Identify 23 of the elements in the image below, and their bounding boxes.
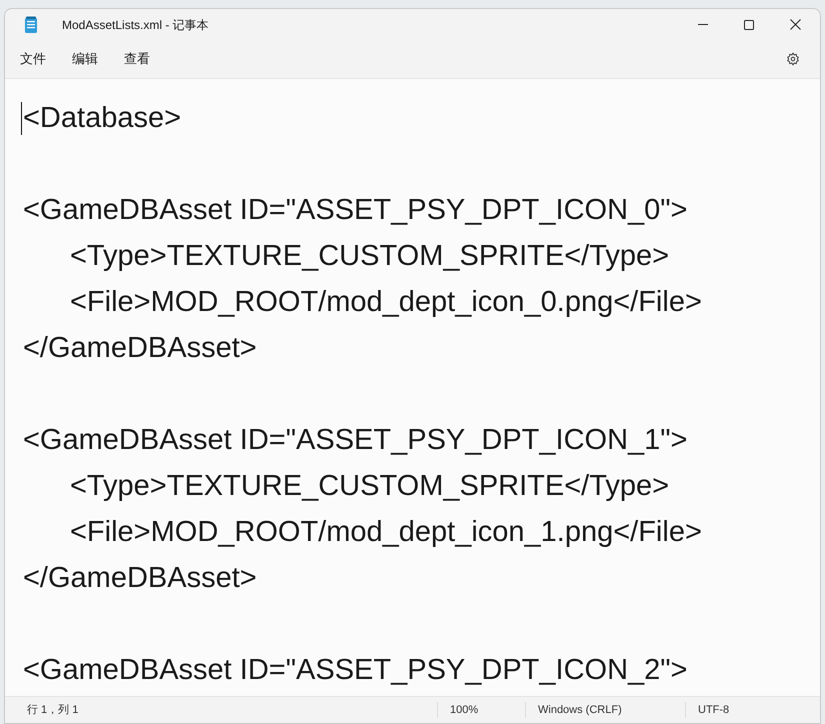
encoding: UTF-8: [685, 702, 805, 718]
settings-icon: [786, 52, 800, 66]
code-line: <GameDBAsset ID="ASSET_PSY_DPT_ICON_1">: [23, 426, 688, 454]
code-line: <Database>: [23, 104, 182, 132]
zoom-level: 100%: [437, 702, 525, 718]
code-line: <File>MOD_ROOT/mod_dept_icon_0.png</File>: [70, 288, 702, 316]
code-line: <GameDBAsset ID="ASSET_PSY_DPT_ICON_2">: [23, 656, 688, 684]
code-line: <GameDBAsset ID="ASSET_PSY_DPT_ICON_0">: [23, 196, 688, 224]
menu-item[interactable]: 查看: [114, 45, 160, 73]
maximize-icon: [744, 20, 754, 30]
code-line: </GameDBAsset>: [23, 564, 257, 592]
menu-item[interactable]: 编辑: [62, 45, 108, 73]
code-line: <Type>TEXTURE_CUSTOM_SPRITE</Type>: [70, 242, 670, 270]
window-title: ModAssetLists.xml - 记事本: [62, 16, 209, 34]
close-icon: [790, 19, 800, 30]
code-line: </GameDBAsset>: [23, 334, 257, 362]
code-line: <Type>TEXTURE_CUSTOM_SPRITE</Type>: [70, 472, 670, 500]
code-line: <File>MOD_ROOT/mod_dept_icon_1.png</File>: [70, 518, 702, 546]
line-ending: Windows (CRLF): [525, 702, 685, 718]
cursor-position: 行 1，列 1: [26, 702, 80, 718]
menu-item[interactable]: 文件: [10, 45, 56, 73]
minimize-icon: [698, 24, 708, 25]
notepad-icon: [24, 16, 38, 34]
